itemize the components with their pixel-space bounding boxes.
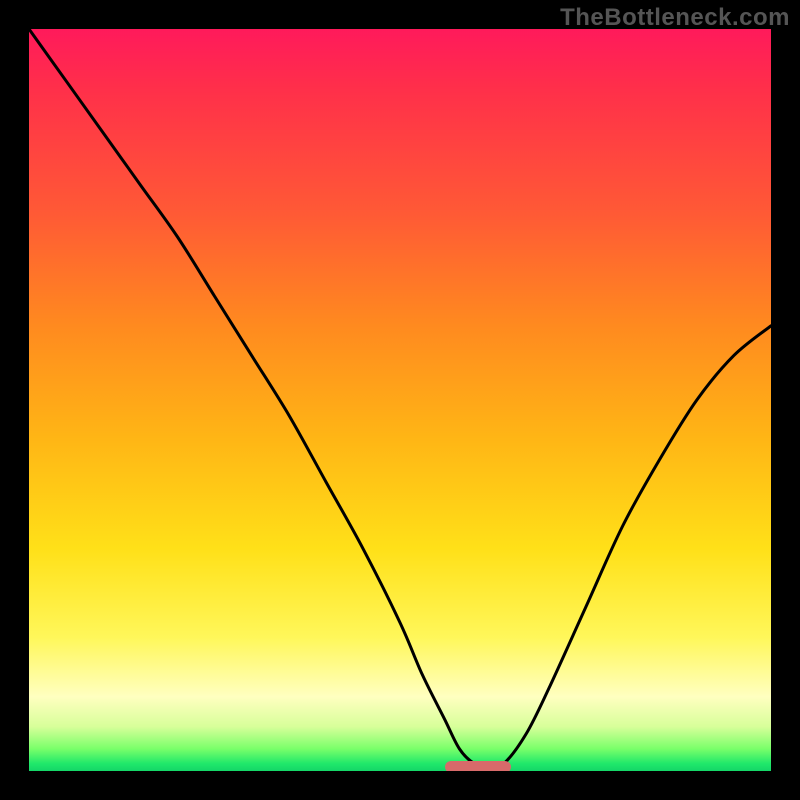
chart-frame: TheBottleneck.com <box>0 0 800 800</box>
watermark-text: TheBottleneck.com <box>560 4 790 32</box>
plot-area <box>29 29 771 771</box>
optimal-range-marker <box>445 761 512 771</box>
bottleneck-curve <box>29 29 771 771</box>
